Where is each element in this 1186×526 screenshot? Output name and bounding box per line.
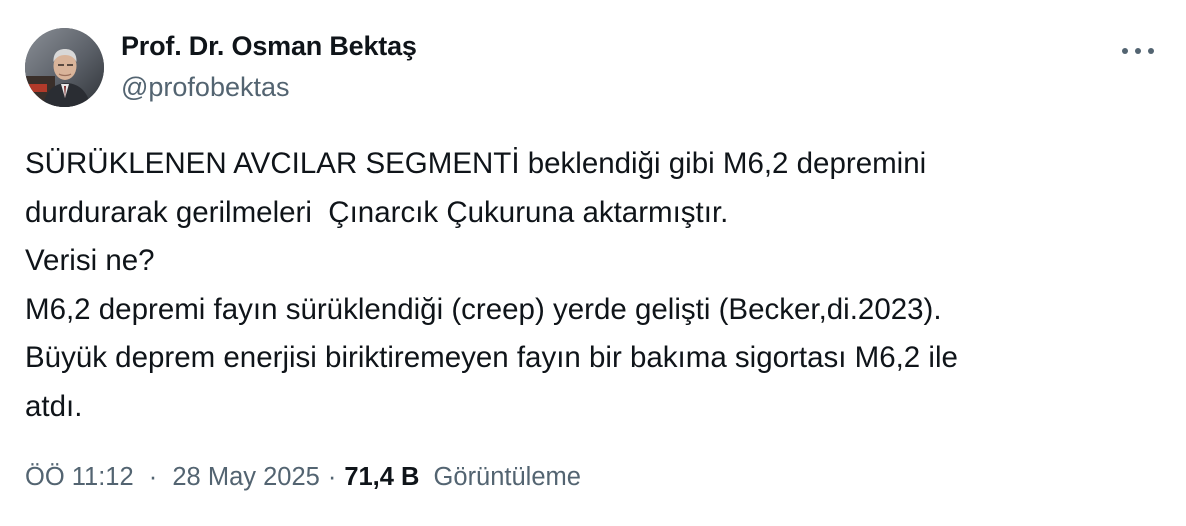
tweet-text-line: Verisi ne? (25, 244, 155, 277)
author-name[interactable]: Prof. Dr. Osman Bektaş (121, 31, 417, 62)
avatar[interactable] (25, 28, 104, 107)
tweet-text: SÜRÜKLENEN AVCILAR SEGMENTİ beklendiği g… (25, 140, 1155, 431)
tweet-time-link[interactable]: ÖÖ 11:12 · 28 May 2025 (25, 463, 320, 492)
tweet-text-line: SÜRÜKLENEN AVCILAR SEGMENTİ beklendiği g… (25, 147, 927, 180)
meta-separator: · (148, 463, 158, 491)
tweet-text-line: atdı. (25, 389, 83, 423)
more-options-button[interactable] (1118, 36, 1158, 66)
views-link[interactable]: 71,4 B Görüntüleme (344, 463, 581, 492)
tweet-meta: ÖÖ 11:12 · 28 May 2025 · 71,4 B Görüntül… (25, 463, 581, 492)
profile-photo (25, 28, 104, 107)
tweet-time: ÖÖ 11:12 (25, 463, 134, 491)
more-horizontal-icon (1122, 48, 1154, 54)
views-count: 71,4 B (344, 463, 420, 491)
tweet: Prof. Dr. Osman Bektaş @profobektas SÜRÜ… (0, 0, 1186, 526)
author-handle[interactable]: @profobektas (121, 72, 290, 103)
meta-separator: · (327, 463, 337, 491)
tweet-text-line: Büyük deprem enerjisi biriktiremeyen fay… (25, 341, 958, 374)
tweet-text-line: M6,2 depremi fayın sürüklendiği (creep) … (25, 292, 942, 326)
tweet-text-line: durdurarak gerilmeleri Çınarcık Çukuruna… (25, 195, 729, 229)
views-label: Görüntüleme (433, 463, 581, 491)
tweet-date: 28 May 2025 (172, 463, 320, 491)
